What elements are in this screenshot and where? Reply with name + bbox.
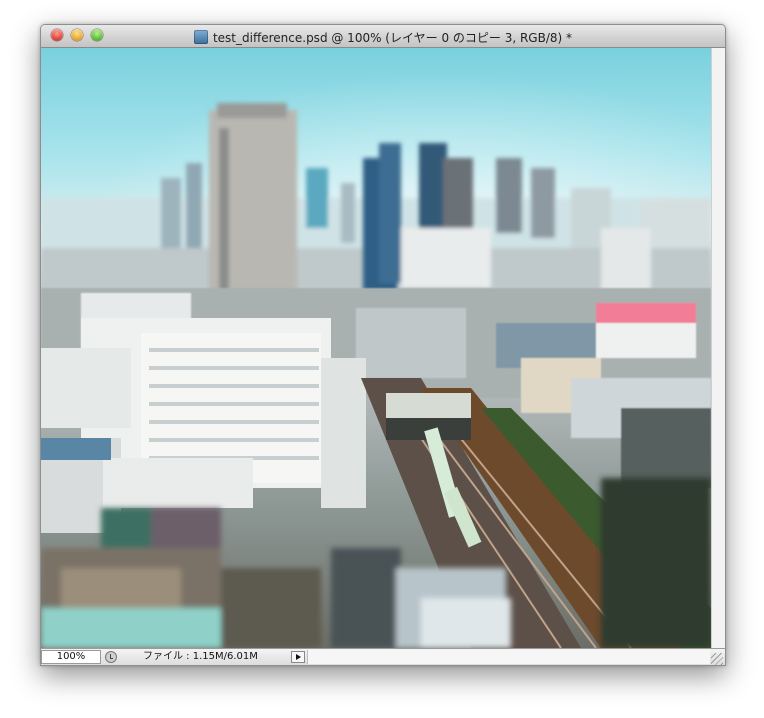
apartment-blocks <box>41 318 366 533</box>
psd-document-icon <box>193 30 208 44</box>
image-canvas[interactable] <box>41 48 711 648</box>
triangle-right-icon[interactable] <box>291 651 305 663</box>
resize-grip-icon[interactable] <box>711 653 723 665</box>
status-bar: 100% ファイル : 1.15M/6.01M <box>41 648 725 665</box>
clock-icon[interactable] <box>105 651 117 663</box>
document-window: test_difference.psd @ 100% (レイヤー 0 のコピー … <box>40 24 726 666</box>
photo-cityscape <box>41 103 711 648</box>
file-info-text: ファイル : 1.15M/6.01M <box>143 651 258 662</box>
zoom-level-field[interactable]: 100% <box>41 650 101 664</box>
title-bar[interactable]: test_difference.psd @ 100% (レイヤー 0 のコピー … <box>41 25 725 48</box>
window-title-text: test_difference.psd @ 100% (レイヤー 0 のコピー … <box>212 30 573 45</box>
horizontal-scrollbar[interactable] <box>307 650 710 664</box>
window-title: test_difference.psd @ 100% (レイヤー 0 のコピー … <box>41 29 725 45</box>
vertical-scrollbar[interactable] <box>711 48 725 648</box>
